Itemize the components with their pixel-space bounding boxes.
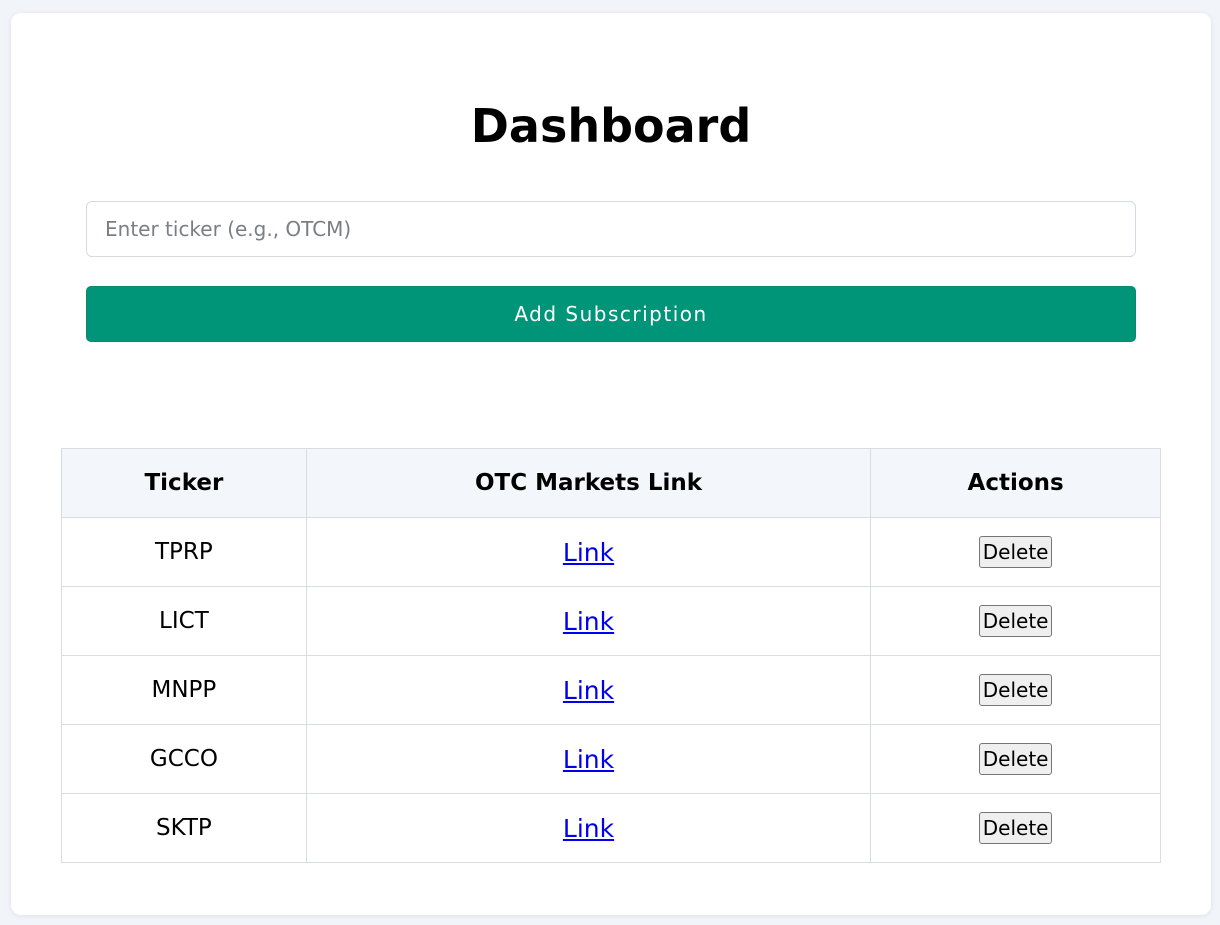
- delete-button[interactable]: Delete: [978, 812, 1053, 844]
- column-header-otc-link: OTC Markets Link: [305, 448, 872, 518]
- subscriptions-table: Ticker OTC Markets Link Actions TPRP Lin…: [61, 448, 1161, 863]
- otc-markets-link[interactable]: Link: [563, 676, 614, 705]
- link-cell: Link: [305, 586, 872, 656]
- table-row: TPRP Link Delete: [61, 517, 1161, 587]
- actions-cell: Delete: [870, 517, 1161, 587]
- ticker-cell: TPRP: [61, 517, 307, 587]
- otc-markets-link[interactable]: Link: [563, 745, 614, 774]
- link-cell: Link: [305, 724, 872, 794]
- ticker-cell: LICT: [61, 586, 307, 656]
- otc-markets-link[interactable]: Link: [563, 607, 614, 636]
- delete-button[interactable]: Delete: [978, 536, 1053, 568]
- delete-button[interactable]: Delete: [978, 605, 1053, 637]
- table-row: SKTP Link Delete: [61, 793, 1161, 863]
- dashboard-card: Dashboard Add Subscription Ticker OTC Ma…: [11, 13, 1211, 915]
- link-cell: Link: [305, 655, 872, 725]
- actions-cell: Delete: [870, 793, 1161, 863]
- table-row: MNPP Link Delete: [61, 655, 1161, 725]
- table-header-row: Ticker OTC Markets Link Actions: [61, 448, 1161, 518]
- delete-button[interactable]: Delete: [978, 674, 1053, 706]
- add-subscription-button[interactable]: Add Subscription: [86, 286, 1136, 342]
- ticker-cell: GCCO: [61, 724, 307, 794]
- ticker-input[interactable]: [86, 201, 1136, 257]
- delete-button[interactable]: Delete: [978, 743, 1053, 775]
- actions-cell: Delete: [870, 724, 1161, 794]
- column-header-ticker: Ticker: [61, 448, 307, 518]
- table-row: LICT Link Delete: [61, 586, 1161, 656]
- otc-markets-link[interactable]: Link: [563, 538, 614, 567]
- link-cell: Link: [305, 517, 872, 587]
- column-header-actions: Actions: [870, 448, 1161, 518]
- page-title: Dashboard: [470, 99, 752, 153]
- actions-cell: Delete: [870, 586, 1161, 656]
- table-row: GCCO Link Delete: [61, 724, 1161, 794]
- ticker-cell: MNPP: [61, 655, 307, 725]
- link-cell: Link: [305, 793, 872, 863]
- ticker-cell: SKTP: [61, 793, 307, 863]
- actions-cell: Delete: [870, 655, 1161, 725]
- otc-markets-link[interactable]: Link: [563, 814, 614, 843]
